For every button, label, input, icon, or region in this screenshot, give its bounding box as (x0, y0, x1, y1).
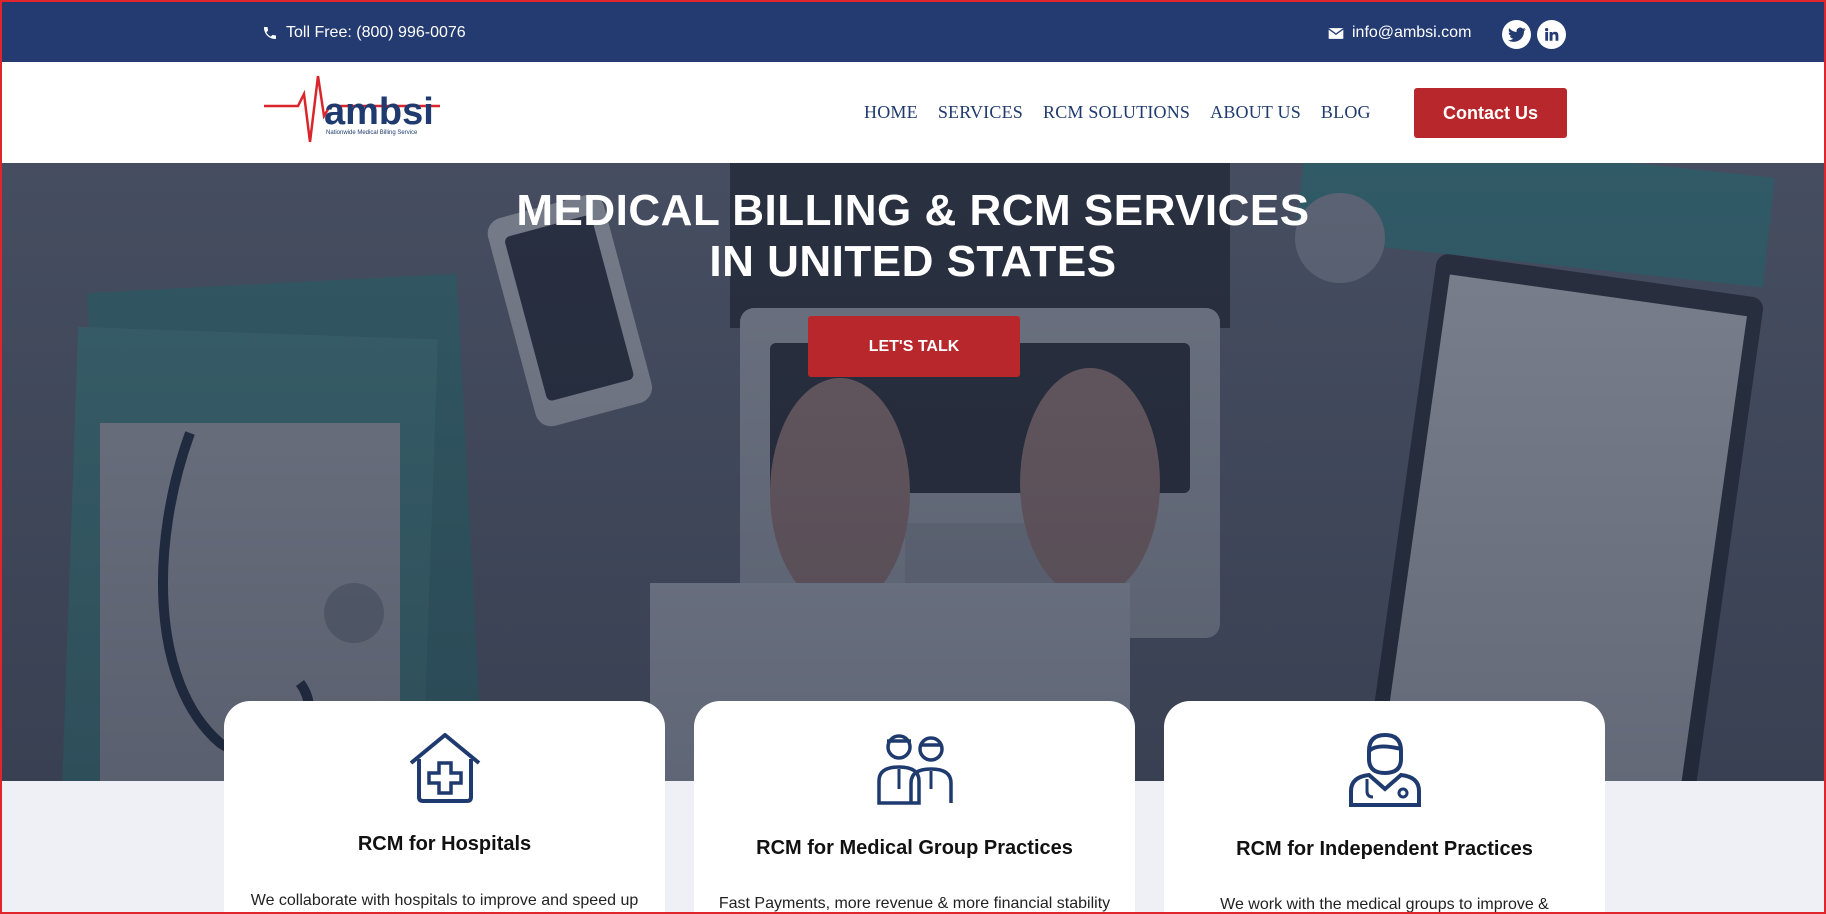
hospital-house-icon (409, 733, 480, 803)
linkedin-icon[interactable] (1537, 20, 1566, 49)
medical-team-icon (876, 734, 953, 805)
svg-text:ambsi: ambsi (324, 91, 434, 133)
card-title: RCM for Hospitals (357, 833, 532, 855)
phone-label: Toll Free: (800) 996-0076 (286, 24, 466, 41)
card-hospitals[interactable]: RCM for Hospitals We collaborate with ho… (224, 701, 665, 914)
hero-title: MEDICAL BILLING & RCM SERVICES IN UNITED… (0, 185, 1826, 287)
main-nav: HOME SERVICES RCM SOLUTIONS ABOUT US BLO… (864, 102, 1371, 123)
card-independent[interactable]: RCM for Independent Practices We work wi… (1164, 701, 1605, 914)
nav-services[interactable]: SERVICES (938, 102, 1023, 123)
twitter-icon[interactable] (1502, 20, 1531, 49)
card-text: We work with the medical groups to impro… (1220, 896, 1549, 913)
top-bar: Toll Free: (800) 996-0076 info@ambsi.com (0, 0, 1826, 62)
ambsi-logo[interactable]: ambsi Nationwide Medical Billing Service (262, 74, 442, 152)
card-title: RCM for Independent Practices (1236, 838, 1533, 860)
phone-contact[interactable]: Toll Free: (800) 996-0076 (262, 24, 466, 42)
email-contact[interactable]: info@ambsi.com (1328, 24, 1471, 42)
lets-talk-button[interactable]: LET'S TALK (808, 316, 1020, 377)
card-medical-group[interactable]: RCM for Medical Group Practices Fast Pay… (694, 701, 1135, 914)
nav-home[interactable]: HOME (864, 102, 918, 123)
phone-icon (264, 27, 276, 39)
svg-text:Nationwide Medical Billing Ser: Nationwide Medical Billing Service (326, 130, 418, 136)
card-text: We collaborate with hospitals to improve… (250, 892, 639, 909)
card-text: Fast Payments, more revenue & more finan… (718, 895, 1111, 912)
email-label: info@ambsi.com (1352, 24, 1472, 41)
site-header: ambsi Nationwide Medical Billing Service… (0, 62, 1826, 163)
nav-blog[interactable]: BLOG (1321, 102, 1371, 123)
nav-rcm-solutions[interactable]: RCM SOLUTIONS (1043, 102, 1190, 123)
envelope-icon (1328, 27, 1344, 39)
card-title: RCM for Medical Group Practices (756, 837, 1073, 859)
hero-section: MEDICAL BILLING & RCM SERVICES IN UNITED… (0, 163, 1826, 781)
doctor-icon (1348, 732, 1421, 807)
nav-about-us[interactable]: ABOUT US (1210, 102, 1301, 123)
hero-title-line1: MEDICAL BILLING & RCM SERVICES (516, 186, 1310, 235)
contact-us-button[interactable]: Contact Us (1414, 88, 1567, 138)
social-links (1502, 20, 1566, 49)
hero-title-line2: IN UNITED STATES (709, 237, 1117, 286)
